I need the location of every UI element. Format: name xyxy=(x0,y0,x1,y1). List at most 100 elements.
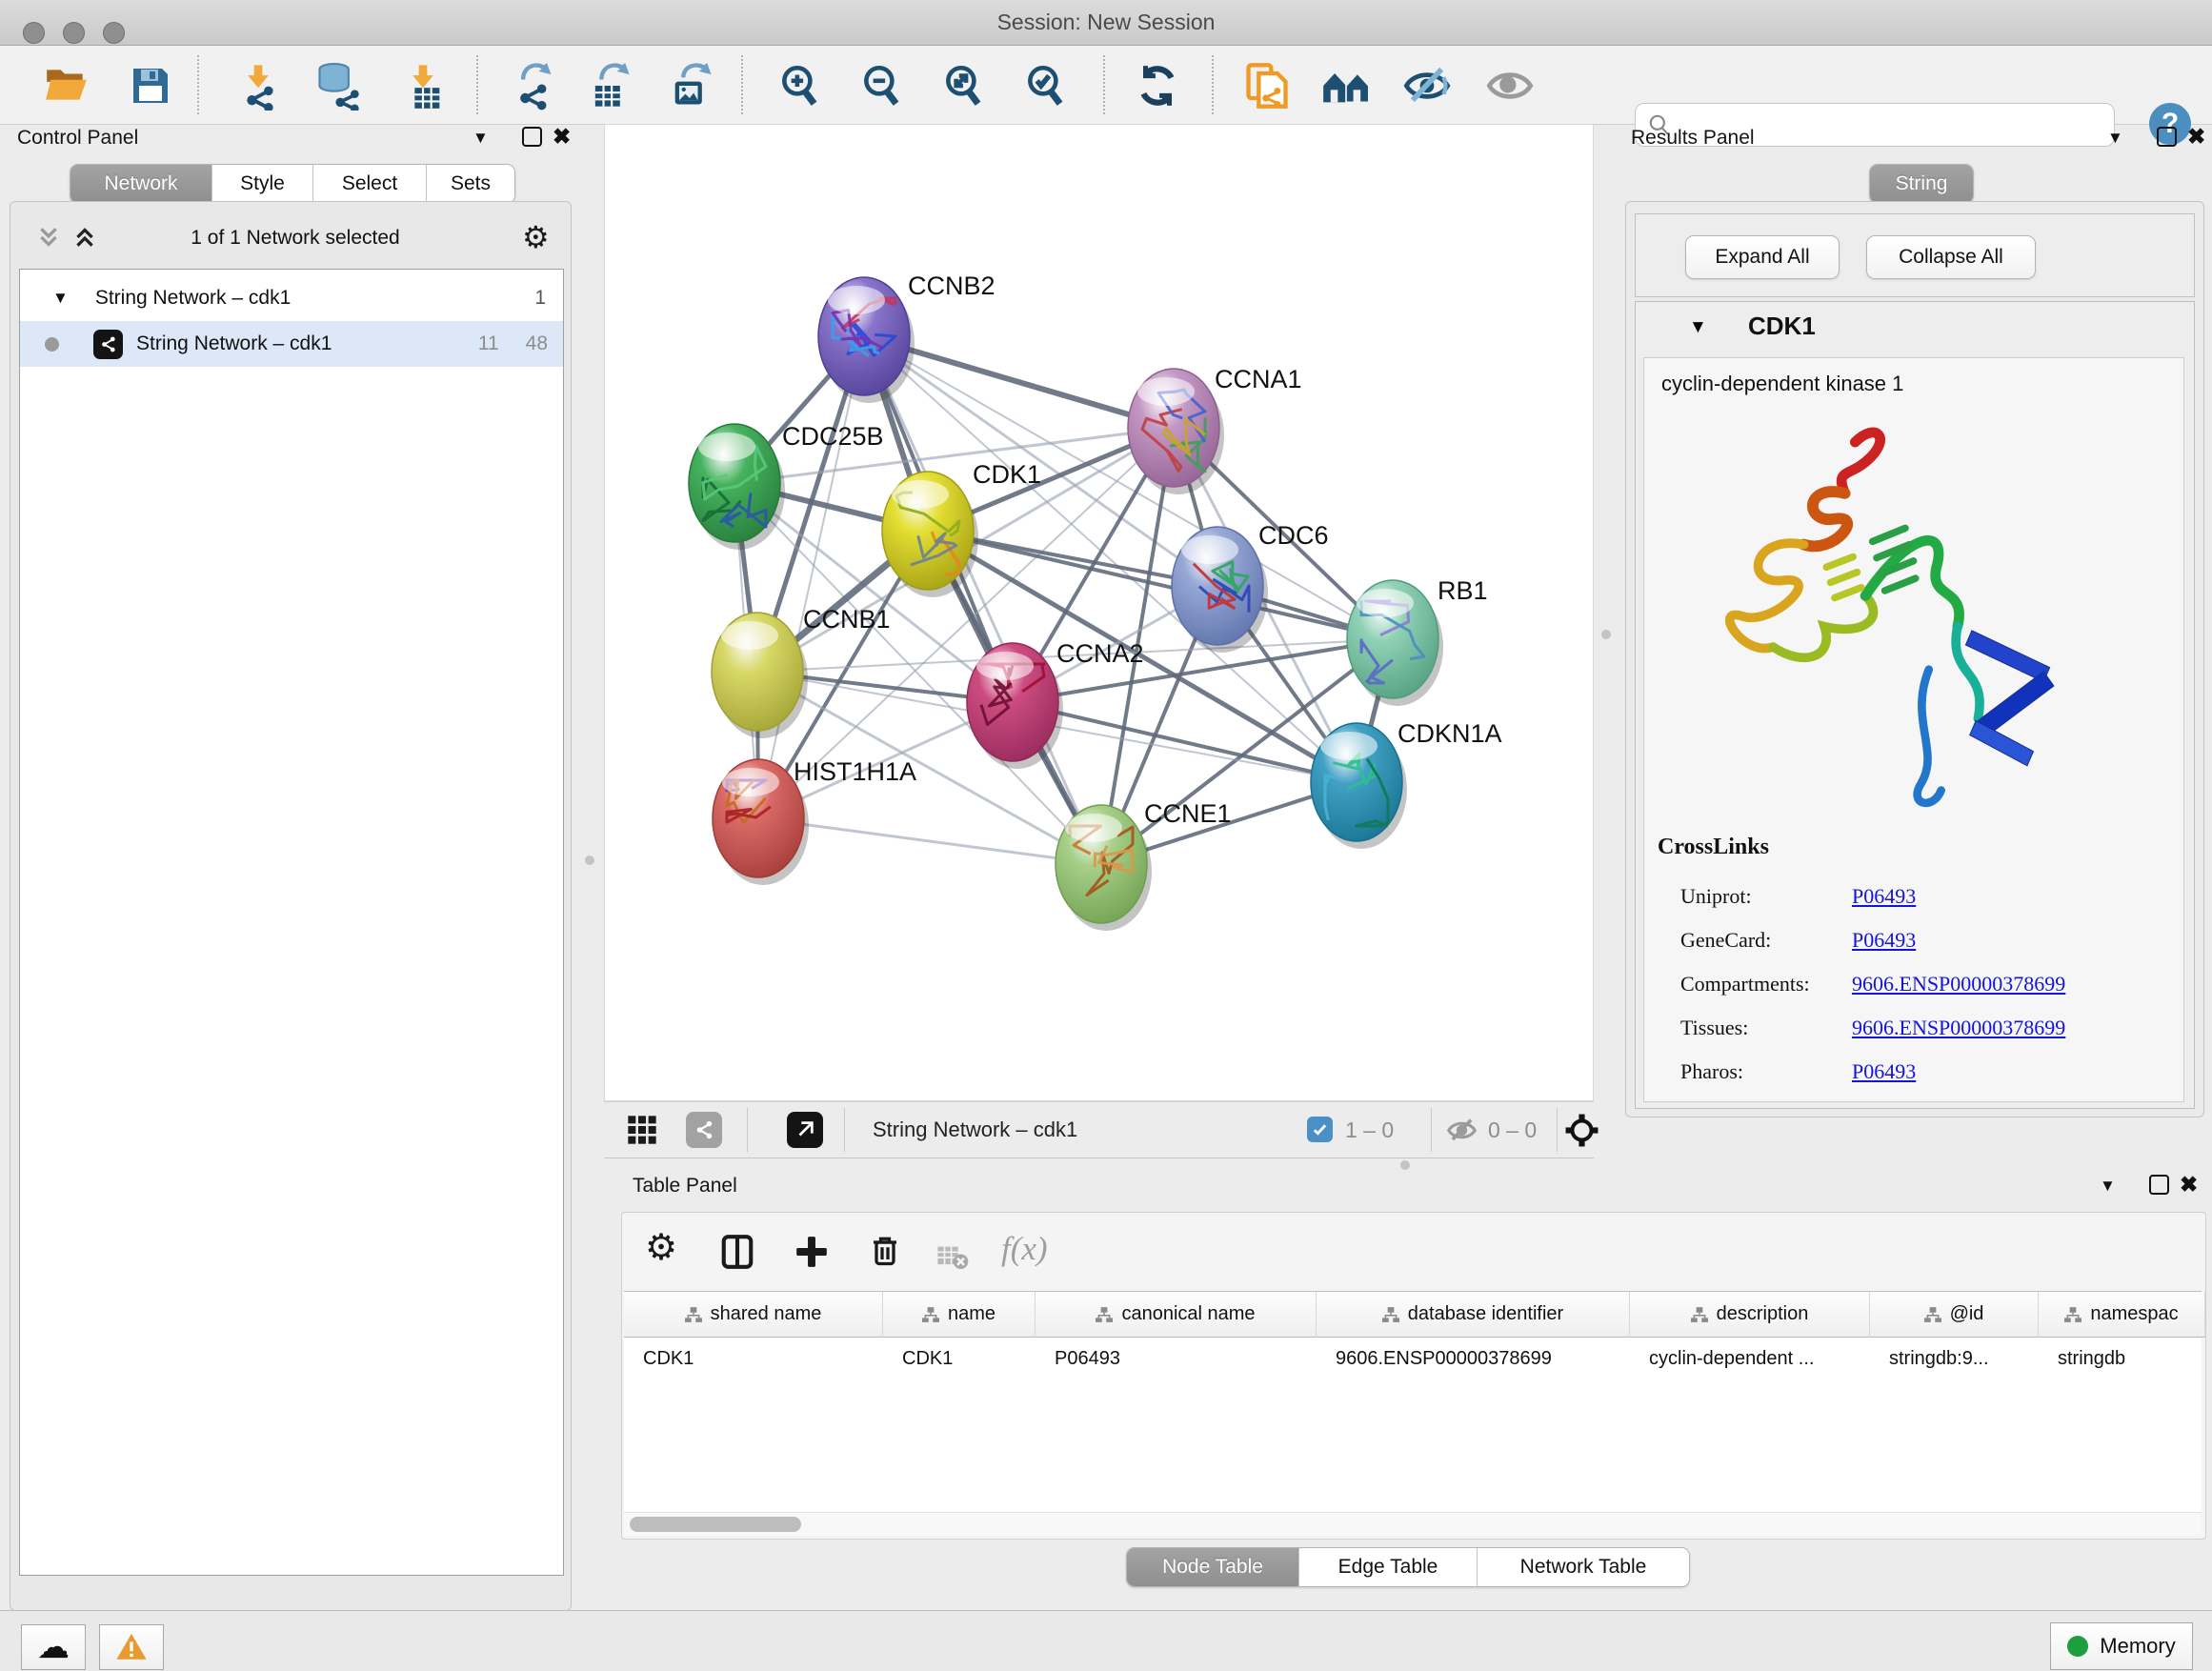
tab-node-table[interactable]: Node Table xyxy=(1127,1548,1299,1586)
status-bar: ☁ Memory xyxy=(0,1610,2212,1671)
zoom-out-icon[interactable] xyxy=(855,59,909,112)
import-network-icon[interactable] xyxy=(231,59,285,112)
table-panel-maximize-icon[interactable] xyxy=(2149,1175,2169,1195)
hidden-eye-slash-icon[interactable] xyxy=(1446,1115,1478,1151)
crosslink-link[interactable]: P06493 xyxy=(1852,1059,1916,1083)
crosslink-link[interactable]: P06493 xyxy=(1852,884,1916,908)
table-hscrollbar[interactable] xyxy=(624,1512,2202,1536)
column-header-name[interactable]: name xyxy=(883,1292,1036,1338)
control-panel-maximize-icon[interactable] xyxy=(522,127,542,147)
tree-expand-icon[interactable]: ▼ xyxy=(52,289,69,308)
create-column-plus-icon[interactable] xyxy=(794,1234,830,1275)
table-cell[interactable]: CDK1 xyxy=(624,1338,883,1379)
home-network-icon[interactable] xyxy=(1319,59,1373,112)
network-node-ccnb2[interactable]: CCNB2 xyxy=(818,272,995,403)
network-node-hist1h1a[interactable]: HIST1H1A xyxy=(713,757,916,885)
birdseye-view-icon[interactable] xyxy=(787,1112,823,1148)
open-session-icon[interactable] xyxy=(40,59,93,112)
node-label-hist1h1a: HIST1H1A xyxy=(794,757,916,786)
grid-view-icon[interactable] xyxy=(627,1115,657,1150)
network-collection-row[interactable]: ▼ String Network – cdk1 1 xyxy=(20,275,563,321)
network-node-cdk1[interactable]: CDK1 xyxy=(882,460,1041,597)
expand-all-button[interactable]: Expand All xyxy=(1685,235,1840,279)
crosslink-link[interactable]: 9606.ENSP00000378699 xyxy=(1852,972,2065,996)
network-row-selected[interactable]: String Network – cdk1 11 48 xyxy=(20,321,563,367)
tab-network[interactable]: Network xyxy=(70,165,212,203)
expand-all-networks-icon[interactable] xyxy=(72,225,97,254)
column-header-canonical-name[interactable]: canonical name xyxy=(1036,1292,1317,1338)
table-options-gear-icon[interactable]: ⚙ xyxy=(645,1226,677,1269)
results-panel-float-icon[interactable]: ▼ xyxy=(2107,129,2123,148)
network-node-cdc6[interactable]: CDC6 xyxy=(1172,521,1329,653)
tab-style[interactable]: Style xyxy=(212,165,313,203)
network-graph[interactable]: CCNB2CCNA1CDC25BCDK1CDC6RB1CCNB1CCNA2HIS… xyxy=(605,125,1593,1100)
network-node-rb1[interactable]: RB1 xyxy=(1347,576,1488,706)
save-session-icon[interactable] xyxy=(124,59,177,112)
protein-structure-image[interactable] xyxy=(1673,413,2082,823)
toolbar-separator xyxy=(476,55,478,114)
column-header-description[interactable]: description xyxy=(1630,1292,1870,1338)
network-edge-count: 48 xyxy=(526,332,548,355)
crosslink-link[interactable]: 9606.ENSP00000378699 xyxy=(1852,1016,2065,1039)
table-cell[interactable]: stringdb xyxy=(2039,1338,2205,1379)
show-panel-eye-icon[interactable] xyxy=(1483,59,1537,112)
import-table-icon[interactable] xyxy=(396,59,450,112)
network-edge-ccnb2-hist1h1a[interactable] xyxy=(758,336,864,818)
network-view-canvas[interactable]: CCNB2CCNA1CDC25BCDK1CDC6RB1CCNB1CCNA2HIS… xyxy=(604,124,1594,1101)
table-cell[interactable]: 9606.ENSP00000378699 xyxy=(1317,1338,1630,1379)
network-edge-hist1h1a-ccne1[interactable] xyxy=(758,818,1101,864)
network-node-cdkn1a[interactable]: CDKN1A xyxy=(1311,719,1502,849)
table-cell[interactable]: cyclin-dependent ... xyxy=(1630,1338,1870,1379)
show-columns-icon[interactable] xyxy=(719,1234,755,1275)
results-panel-close-icon[interactable]: ✖ xyxy=(2187,124,2205,150)
column-header-shared-name[interactable]: shared name xyxy=(624,1292,883,1338)
export-network-icon[interactable] xyxy=(507,59,560,112)
export-table-icon[interactable] xyxy=(583,59,636,112)
right-splitter-handle[interactable] xyxy=(1601,630,1611,639)
cloud-status-button[interactable]: ☁ xyxy=(21,1624,86,1670)
selected-checkbox-icon[interactable] xyxy=(1307,1117,1333,1142)
import-network-from-database-icon[interactable] xyxy=(312,59,365,112)
column-header--id[interactable]: @id xyxy=(1870,1292,2039,1338)
horizontal-splitter-handle[interactable] xyxy=(1400,1160,1410,1170)
clone-network-icon[interactable] xyxy=(1240,59,1294,112)
collapse-all-networks-icon[interactable] xyxy=(36,225,61,254)
tab-string[interactable]: String xyxy=(1870,165,1973,203)
zoom-in-icon[interactable] xyxy=(774,59,827,112)
collapse-all-button[interactable]: Collapse All xyxy=(1866,235,2036,279)
table-panel-close-icon[interactable]: ✖ xyxy=(2180,1172,2198,1198)
tab-network-table[interactable]: Network Table xyxy=(1478,1548,1689,1586)
warnings-button[interactable] xyxy=(99,1624,164,1670)
tab-edge-table[interactable]: Edge Table xyxy=(1299,1548,1478,1586)
control-panel-close-icon[interactable]: ✖ xyxy=(553,124,571,150)
zoom-selected-icon[interactable] xyxy=(1019,59,1073,112)
hide-panel-eye-slash-icon[interactable] xyxy=(1400,59,1454,112)
network-node-ccna1[interactable]: CCNA1 xyxy=(1128,365,1302,494)
crosslink-link[interactable]: P06493 xyxy=(1852,928,1916,952)
column-header-database-identifier[interactable]: database identifier xyxy=(1317,1292,1630,1338)
delete-column-trash-icon[interactable] xyxy=(868,1234,902,1273)
control-panel-float-icon[interactable]: ▼ xyxy=(473,129,489,148)
tab-select[interactable]: Select xyxy=(313,165,427,203)
table-hscrollbar-thumb[interactable] xyxy=(630,1517,801,1532)
refresh-icon[interactable] xyxy=(1131,59,1184,112)
zoom-fit-icon[interactable] xyxy=(937,59,991,112)
export-image-icon[interactable] xyxy=(665,59,718,112)
network-edge-ccna2-cdkn1a[interactable] xyxy=(1013,702,1357,782)
left-splitter-handle[interactable] xyxy=(585,856,594,865)
results-panel-maximize-icon[interactable] xyxy=(2157,127,2177,147)
network-node-ccne1[interactable]: CCNE1 xyxy=(1056,799,1232,931)
protein-collapse-icon[interactable]: ▼ xyxy=(1689,317,1707,338)
table-cell[interactable]: P06493 xyxy=(1036,1338,1317,1379)
table-panel-float-icon[interactable]: ▼ xyxy=(2100,1177,2116,1196)
network-node-ccna2[interactable]: CCNA2 xyxy=(967,639,1144,769)
fit-content-crosshair-icon[interactable] xyxy=(1564,1113,1599,1153)
memory-button[interactable]: Memory xyxy=(2050,1622,2193,1670)
network-badge-icon[interactable] xyxy=(686,1112,722,1148)
network-options-gear-icon[interactable]: ⚙ xyxy=(522,219,550,255)
table-cell[interactable]: stringdb:9... xyxy=(1870,1338,2039,1379)
column-header-namespac[interactable]: namespac xyxy=(2039,1292,2205,1338)
table-cell[interactable]: CDK1 xyxy=(883,1338,1036,1379)
tab-sets[interactable]: Sets xyxy=(427,165,514,203)
network-node-cdc25b[interactable]: CDC25B xyxy=(689,422,884,550)
